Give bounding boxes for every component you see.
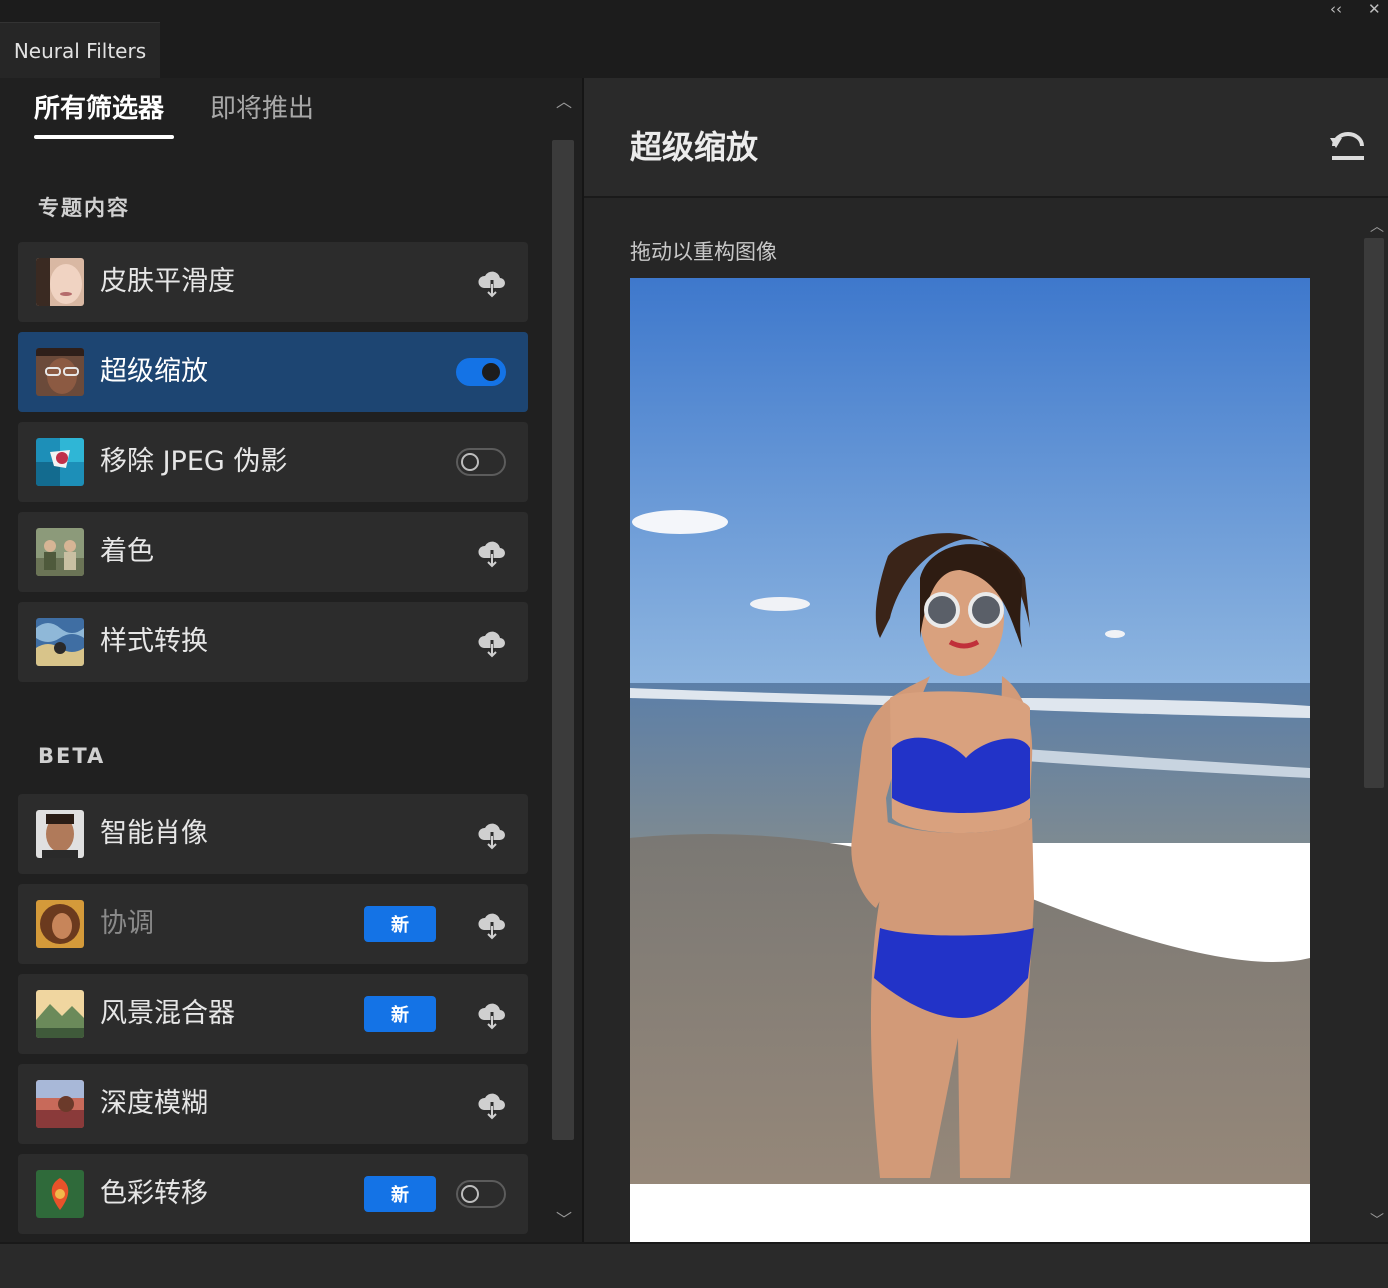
- bottom-bar: [0, 1242, 1388, 1288]
- filter-item-remove-jpeg-artifacts[interactable]: 移除 JPEG 伪影: [18, 422, 528, 502]
- preview-scroll-down-icon[interactable]: ﹀: [1370, 1210, 1384, 1230]
- skin-smoothing-thumbnail: [36, 258, 84, 306]
- filter-item-style-transfer[interactable]: 样式转换: [18, 602, 528, 682]
- filter-label: 着色: [100, 536, 154, 567]
- new-badge: 新: [364, 1176, 436, 1212]
- harmonization-thumbnail: [36, 900, 84, 948]
- active-tab-underline: [34, 135, 174, 139]
- color-transfer-thumbnail: [36, 1170, 84, 1218]
- color-transfer-toggle[interactable]: [456, 1180, 506, 1208]
- cloud-download-icon[interactable]: [476, 818, 508, 850]
- cloud-download-icon[interactable]: [476, 998, 508, 1030]
- reset-icon[interactable]: [1328, 126, 1368, 162]
- jpeg-artifacts-thumbnail: [36, 438, 84, 486]
- scroll-down-icon[interactable]: ﹀: [556, 1206, 572, 1230]
- page-title: 超级缩放: [630, 128, 759, 166]
- filter-label: 深度模糊: [100, 1088, 208, 1119]
- filter-label: 风景混合器: [100, 998, 235, 1029]
- panel-tab-neural-filters[interactable]: Neural Filters: [0, 22, 160, 79]
- super-zoom-toggle[interactable]: [456, 358, 506, 386]
- filter-item-skin-smoothing[interactable]: 皮肤平滑度: [18, 242, 528, 322]
- filter-item-color-transfer[interactable]: 色彩转移 新: [18, 1154, 528, 1234]
- filter-label: 样式转换: [100, 626, 208, 657]
- filter-item-super-zoom[interactable]: 超级缩放: [18, 332, 528, 412]
- new-badge: 新: [364, 906, 436, 942]
- cloud-download-icon[interactable]: [476, 626, 508, 658]
- section-beta-title: BETA: [38, 744, 106, 768]
- filter-item-harmonization[interactable]: 协调 新: [18, 884, 528, 964]
- tab-all-filters[interactable]: 所有筛选器: [34, 88, 164, 125]
- filter-label: 智能肖像: [100, 818, 208, 849]
- filter-settings-header: 超级缩放: [584, 78, 1388, 198]
- depth-blur-thumbnail: [36, 1080, 84, 1128]
- filter-item-smart-portrait[interactable]: 智能肖像: [18, 794, 528, 874]
- filter-label: 移除 JPEG 伪影: [100, 446, 288, 477]
- filter-item-depth-blur[interactable]: 深度模糊: [18, 1064, 528, 1144]
- preview-scroll-up-icon[interactable]: ︿: [1370, 216, 1384, 236]
- filter-label: 超级缩放: [100, 356, 208, 387]
- cloud-download-icon[interactable]: [476, 266, 508, 298]
- tab-coming-soon[interactable]: 即将推出: [210, 88, 314, 125]
- cloud-download-icon[interactable]: [476, 908, 508, 940]
- preview-panel: 拖动以重构图像 ︿ ﹀: [584, 198, 1388, 1242]
- scroll-up-icon[interactable]: ︿: [556, 88, 572, 112]
- cloud-download-icon[interactable]: [476, 536, 508, 568]
- filter-label: 协调: [100, 908, 154, 939]
- left-scrollbar[interactable]: [552, 140, 574, 1140]
- filter-label: 色彩转移: [100, 1178, 208, 1209]
- title-bar: [0, 0, 1388, 78]
- preview-scrollbar[interactable]: [1364, 238, 1384, 788]
- super-zoom-thumbnail: [36, 348, 84, 396]
- style-transfer-thumbnail: [36, 618, 84, 666]
- preview-image[interactable]: [630, 278, 1310, 1242]
- filter-label: 皮肤平滑度: [100, 266, 235, 297]
- new-badge: 新: [364, 996, 436, 1032]
- smart-portrait-thumbnail: [36, 810, 84, 858]
- drag-hint-text: 拖动以重构图像: [630, 240, 777, 264]
- remove-jpeg-toggle[interactable]: [456, 448, 506, 476]
- cloud-download-icon[interactable]: [476, 1088, 508, 1120]
- beach-portrait-image: [630, 278, 1310, 1242]
- filter-item-landscape-mixer[interactable]: 风景混合器 新: [18, 974, 528, 1054]
- section-featured-title: 专题内容: [38, 196, 130, 220]
- colorize-thumbnail: [36, 528, 84, 576]
- filter-item-colorize[interactable]: 着色: [18, 512, 528, 592]
- close-icon[interactable]: ✕: [1368, 0, 1381, 18]
- collapse-icon[interactable]: ‹‹: [1330, 0, 1342, 18]
- landscape-mixer-thumbnail: [36, 990, 84, 1038]
